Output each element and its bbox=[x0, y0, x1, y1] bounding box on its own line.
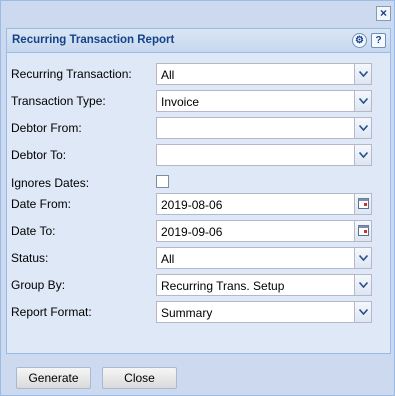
report-window: × Recurring Transaction Report ⚙ ? Recur… bbox=[0, 0, 395, 396]
chevron-down-icon[interactable] bbox=[354, 248, 371, 268]
debtor-from-row: Debtor From: bbox=[7, 117, 390, 139]
panel-title: Recurring Transaction Report bbox=[12, 34, 175, 46]
report-format-select[interactable]: Summary bbox=[156, 301, 372, 323]
ignores-dates-row: Ignores Dates: bbox=[7, 172, 390, 194]
debtor-to-label: Debtor To: bbox=[11, 148, 67, 162]
help-icon[interactable]: ? bbox=[371, 33, 386, 48]
chevron-down-icon[interactable] bbox=[354, 145, 371, 165]
transaction-type-label: Transaction Type: bbox=[11, 94, 106, 108]
recurring-transaction-value: All bbox=[161, 68, 175, 82]
status-row: Status: All bbox=[7, 247, 390, 269]
transaction-type-row: Transaction Type: Invoice bbox=[7, 90, 390, 112]
ignores-dates-checkbox[interactable] bbox=[156, 175, 169, 188]
chevron-down-icon[interactable] bbox=[354, 118, 371, 138]
debtor-from-label: Debtor From: bbox=[11, 121, 82, 135]
date-from-value: 2019-08-06 bbox=[161, 198, 223, 212]
recurring-transaction-select[interactable]: All bbox=[156, 63, 372, 85]
report-format-value: Summary bbox=[161, 306, 213, 320]
chevron-down-icon[interactable] bbox=[354, 91, 371, 111]
gear-icon[interactable]: ⚙ bbox=[352, 33, 367, 48]
transaction-type-select[interactable]: Invoice bbox=[156, 90, 372, 112]
recurring-transaction-label: Recurring Transaction: bbox=[11, 67, 132, 81]
group-by-row: Group By: Recurring Trans. Setup bbox=[7, 274, 390, 296]
close-button[interactable]: Close bbox=[102, 367, 177, 389]
button-bar: Generate Close bbox=[1, 359, 394, 395]
date-from-label: Date From: bbox=[11, 197, 72, 211]
calendar-icon[interactable] bbox=[354, 194, 371, 214]
status-value: All bbox=[161, 252, 175, 266]
chevron-down-icon[interactable] bbox=[354, 64, 371, 84]
date-from-row: Date From: 2019-08-06 bbox=[7, 193, 390, 215]
chevron-down-icon[interactable] bbox=[354, 302, 371, 322]
calendar-icon[interactable] bbox=[354, 221, 371, 241]
debtor-from-select[interactable] bbox=[156, 117, 372, 139]
transaction-type-value: Invoice bbox=[161, 95, 200, 109]
date-to-label: Date To: bbox=[11, 224, 56, 238]
debtor-to-row: Debtor To: bbox=[7, 144, 390, 166]
group-by-select[interactable]: Recurring Trans. Setup bbox=[156, 274, 372, 296]
status-label: Status: bbox=[11, 251, 49, 265]
recurring-transaction-row: Recurring Transaction: All bbox=[7, 63, 390, 85]
ignores-dates-label: Ignores Dates: bbox=[11, 176, 90, 190]
report-format-row: Report Format: Summary bbox=[7, 301, 390, 323]
panel-header: Recurring Transaction Report ⚙ ? bbox=[7, 29, 390, 53]
group-by-value: Recurring Trans. Setup bbox=[161, 279, 285, 293]
status-select[interactable]: All bbox=[156, 247, 372, 269]
chevron-down-icon[interactable] bbox=[354, 275, 371, 295]
generate-button[interactable]: Generate bbox=[16, 367, 91, 389]
report-panel: Recurring Transaction Report ⚙ ? Recurri… bbox=[6, 28, 391, 354]
debtor-to-select[interactable] bbox=[156, 144, 372, 166]
report-format-label: Report Format: bbox=[11, 305, 92, 319]
group-by-label: Group By: bbox=[11, 278, 66, 292]
date-to-value: 2019-09-06 bbox=[161, 225, 223, 239]
date-to-row: Date To: 2019-09-06 bbox=[7, 220, 390, 242]
close-icon[interactable]: × bbox=[376, 6, 391, 21]
date-from-field[interactable]: 2019-08-06 bbox=[156, 193, 372, 215]
date-to-field[interactable]: 2019-09-06 bbox=[156, 220, 372, 242]
